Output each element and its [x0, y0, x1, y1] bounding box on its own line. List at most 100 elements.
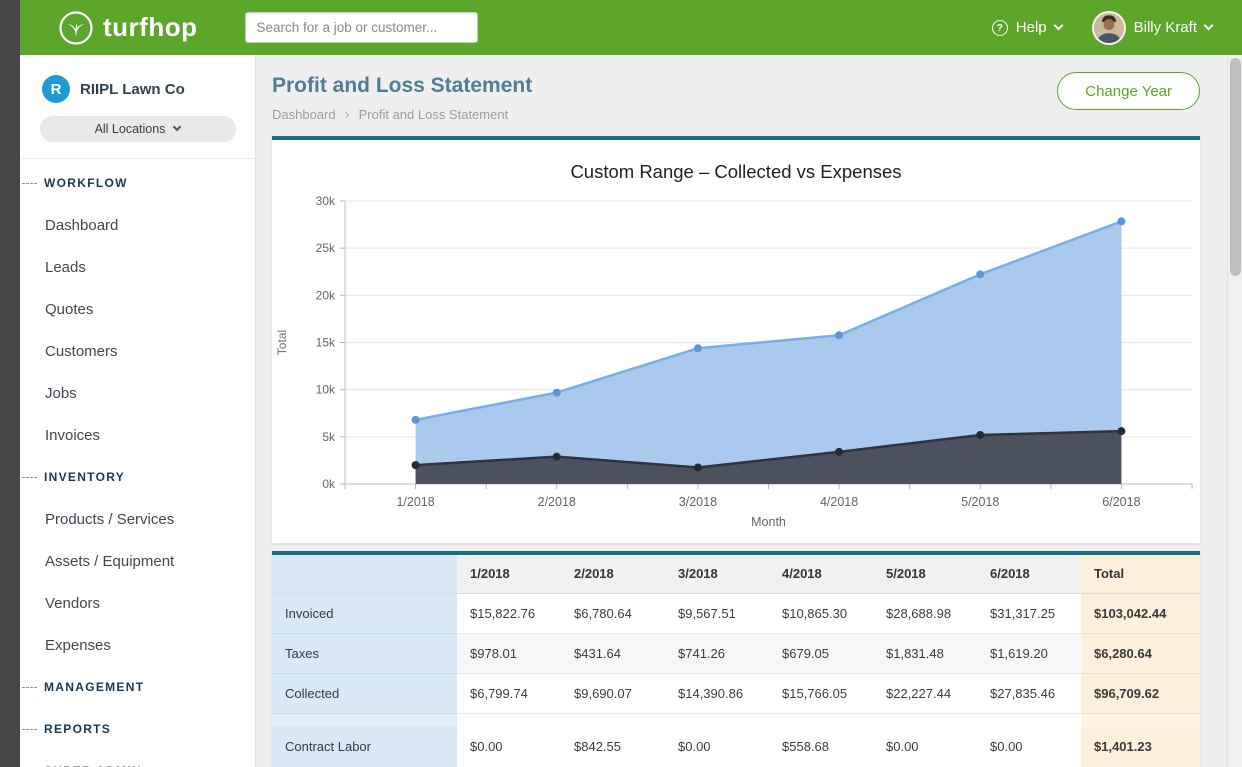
sidebar-item-expenses[interactable]: Expenses	[20, 624, 255, 666]
svg-text:10k: 10k	[316, 383, 336, 397]
svg-text:6/2018: 6/2018	[1102, 495, 1140, 509]
user-menu[interactable]: Billy Kraft	[1092, 11, 1212, 45]
location-selector-label: All Locations	[95, 122, 166, 136]
section-label: INVENTORY	[44, 470, 125, 484]
logo-text: turfhop	[103, 12, 197, 43]
tree-dash-icon	[22, 687, 37, 688]
scrollbar[interactable]	[1227, 55, 1242, 767]
sidebar-section-management[interactable]: MANAGEMENT	[20, 666, 255, 708]
svg-text:5/2018: 5/2018	[961, 495, 999, 509]
table-cell: $978.01	[457, 633, 561, 673]
table-cell: $0.00	[457, 727, 561, 767]
page-title: Profit and Loss Statement	[272, 74, 532, 98]
svg-text:5k: 5k	[322, 430, 336, 444]
table-cell: $741.26	[665, 633, 769, 673]
chart-card: Custom Range – Collected vs Expenses 0k5…	[272, 136, 1200, 543]
section-label: MANAGEMENT	[44, 680, 144, 694]
column-header: 1/2018	[457, 555, 561, 593]
window-edge-strip	[0, 0, 20, 767]
avatar	[1092, 11, 1126, 45]
svg-text:Month: Month	[751, 515, 786, 529]
location-selector[interactable]: All Locations	[40, 116, 236, 142]
sidebar: R RIIPL Lawn Co All Locations WORKFLOW Da…	[20, 55, 256, 767]
spacer-cell	[977, 713, 1081, 727]
table-cell: $28,688.98	[873, 593, 977, 633]
column-header: 5/2018	[873, 555, 977, 593]
company-logo-icon: R	[42, 75, 70, 103]
breadcrumb-separator-icon: ›	[345, 107, 350, 122]
sidebar-item-invoices[interactable]: Invoices	[20, 414, 255, 456]
row-label: Contract Labor	[272, 727, 457, 767]
scrollbar-thumb[interactable]	[1230, 58, 1241, 276]
sidebar-item-products-services[interactable]: Products / Services	[20, 498, 255, 540]
company-name: RIIPL Lawn Co	[80, 81, 185, 98]
sidebar-item-leads[interactable]: Leads	[20, 246, 255, 288]
help-icon: ?	[992, 20, 1008, 36]
row-total: $96,709.62	[1081, 673, 1200, 713]
table-cell: $0.00	[665, 727, 769, 767]
svg-text:30k: 30k	[316, 194, 336, 208]
column-header: Total	[1081, 555, 1200, 593]
company-header: R RIIPL Lawn Co	[20, 75, 255, 103]
table-cell: $431.64	[561, 633, 665, 673]
sidebar-item-jobs[interactable]: Jobs	[20, 372, 255, 414]
column-header: 3/2018	[665, 555, 769, 593]
table-cell: $558.68	[769, 727, 873, 767]
sidebar-section-inventory[interactable]: INVENTORY	[20, 456, 255, 498]
table-cell: $31,317.25	[977, 593, 1081, 633]
pl-table-card: 1/20182/20183/20184/20185/20186/2018Tota…	[272, 551, 1200, 767]
sidebar-item-quotes[interactable]: Quotes	[20, 288, 255, 330]
table-row-contract-labor: Contract Labor$0.00$842.55$0.00$558.68$0…	[272, 727, 1200, 767]
spacer-cell	[457, 713, 561, 727]
turfhop-logo[interactable]: turfhop	[58, 10, 197, 46]
sidebar-item-assets-equipment[interactable]: Assets / Equipment	[20, 540, 255, 582]
row-label: Invoiced	[272, 593, 457, 633]
table-row-taxes: Taxes$978.01$431.64$741.26$679.05$1,831.…	[272, 633, 1200, 673]
tree-dash-icon	[22, 183, 37, 184]
sidebar-item-customers[interactable]: Customers	[20, 330, 255, 372]
svg-text:4/2018: 4/2018	[820, 495, 858, 509]
spacer-cell	[873, 713, 977, 727]
svg-text:Total: Total	[275, 330, 289, 355]
table-header-row: 1/20182/20183/20184/20185/20186/2018Tota…	[272, 555, 1200, 593]
breadcrumb-dashboard[interactable]: Dashboard	[272, 107, 336, 122]
table-row-collected: Collected$6,799.74$9,690.07$14,390.86$15…	[272, 673, 1200, 713]
sidebar-section-reports[interactable]: REPORTS	[20, 708, 255, 750]
row-total: $103,042.44	[1081, 593, 1200, 633]
search-input[interactable]	[245, 12, 478, 43]
column-header: 4/2018	[769, 555, 873, 593]
row-total: $6,280.64	[1081, 633, 1200, 673]
breadcrumb: Dashboard › Profit and Loss Statement	[272, 107, 532, 122]
table-cell: $27,835.46	[977, 673, 1081, 713]
column-header: 2/2018	[561, 555, 665, 593]
breadcrumb-current: Profit and Loss Statement	[359, 107, 509, 122]
table-cell: $22,227.44	[873, 673, 977, 713]
spacer-cell	[665, 713, 769, 727]
svg-text:3/2018: 3/2018	[679, 495, 717, 509]
table-cell: $1,831.48	[873, 633, 977, 673]
table-cell: $9,690.07	[561, 673, 665, 713]
help-menu[interactable]: ? Help	[992, 19, 1062, 36]
chart-title: Custom Range – Collected vs Expenses	[272, 140, 1200, 183]
table-cell: $6,799.74	[457, 673, 561, 713]
row-label: Taxes	[272, 633, 457, 673]
group-spacer-row	[272, 713, 1200, 727]
table-cell: $15,822.76	[457, 593, 561, 633]
sidebar-item-dashboard[interactable]: Dashboard	[20, 204, 255, 246]
user-name: Billy Kraft	[1134, 19, 1197, 36]
table-cell: $9,567.51	[665, 593, 769, 633]
sidebar-section-workflow[interactable]: WORKFLOW	[20, 162, 255, 204]
sidebar-nav: WORKFLOW DashboardLeadsQuotesCustomersJob…	[20, 159, 255, 767]
change-year-button[interactable]: Change Year	[1057, 72, 1200, 110]
sidebar-section-super-admin[interactable]: SUPER ADMIN	[20, 750, 255, 767]
sidebar-item-vendors[interactable]: Vendors	[20, 582, 255, 624]
turfhop-logo-icon	[58, 10, 94, 46]
section-label: WORKFLOW	[44, 176, 128, 190]
help-label: Help	[1016, 19, 1047, 36]
spacer-cell	[561, 713, 665, 727]
table-cell: $6,780.64	[561, 593, 665, 633]
svg-text:20k: 20k	[316, 288, 336, 302]
spacer-cell	[769, 713, 873, 727]
tree-dash-icon	[22, 729, 37, 730]
row-total: $1,401.23	[1081, 727, 1200, 767]
